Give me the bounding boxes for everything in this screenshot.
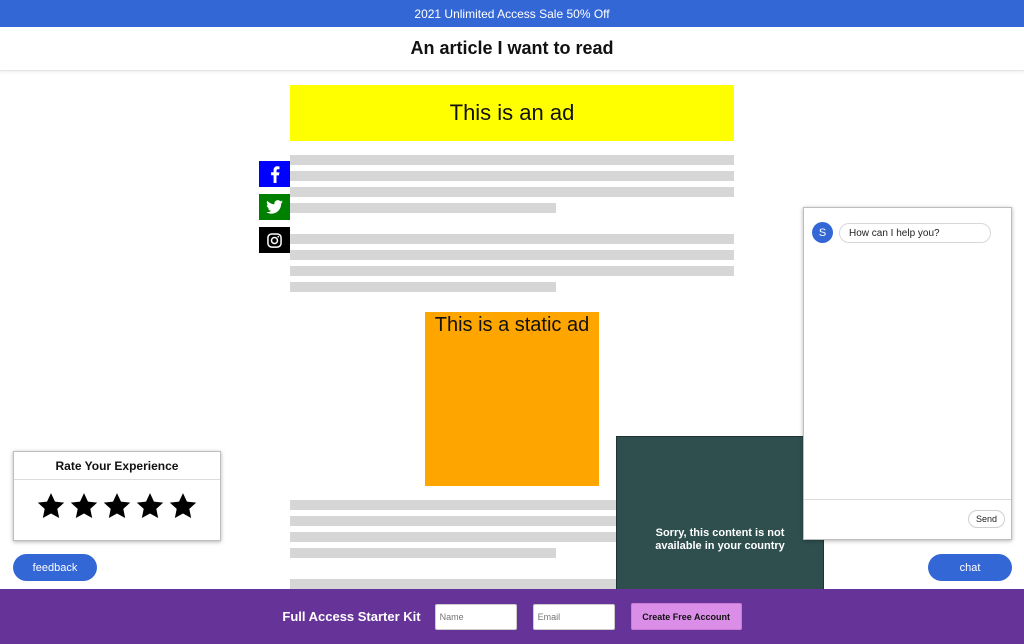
star-icon-1[interactable] <box>37 492 65 520</box>
chat-label: chat <box>959 561 981 574</box>
text-line <box>290 266 734 276</box>
twitter-icon <box>266 200 283 214</box>
star-icon-4[interactable] <box>136 492 164 520</box>
chat-send-button[interactable]: Send <box>968 510 1005 528</box>
promo-banner[interactable]: 2021 Unlimited Access Sale 50% Off <box>0 0 1024 27</box>
static-ad[interactable]: This is a static ad <box>425 312 599 486</box>
star-icon-2[interactable] <box>70 492 98 520</box>
rating-title: Rate Your Experience <box>14 452 220 480</box>
rating-title-text: Rate Your Experience <box>55 458 179 473</box>
feedback-button[interactable]: feedback <box>13 554 97 581</box>
footer-label: Full Access Starter Kit <box>282 609 421 624</box>
chat-widget: S How can I help you? Send <box>803 207 1012 540</box>
geo-block-message-line1: Sorry, this content is not <box>655 527 785 539</box>
text-line <box>290 250 734 260</box>
chat-agent-avatar: S <box>812 222 833 243</box>
static-ad-text: This is a static ad <box>434 314 590 336</box>
text-line <box>290 155 734 165</box>
facebook-share-button[interactable] <box>259 161 290 187</box>
instagram-share-button[interactable] <box>259 227 290 253</box>
avatar-letter: S <box>818 226 827 239</box>
chat-message: How can I help you? <box>839 223 991 243</box>
signup-footer: Full Access Starter Kit Create Free Acco… <box>0 589 1024 644</box>
banner-ad-text: This is an ad <box>449 100 575 125</box>
feedback-label: feedback <box>32 561 78 574</box>
page-title: An article I want to read <box>410 38 614 58</box>
text-line <box>290 282 556 292</box>
chat-divider <box>804 499 1011 500</box>
text-line <box>290 548 556 558</box>
create-account-button[interactable]: Create Free Account <box>630 603 742 630</box>
text-line <box>290 203 556 213</box>
chat-message-text: How can I help you? <box>849 227 940 239</box>
rating-stars <box>14 480 220 520</box>
page-header: An article I want to read <box>0 27 1024 71</box>
geo-block-overlay: Sorry, this content is not available in … <box>616 436 824 592</box>
star-icon-5[interactable] <box>169 492 197 520</box>
instagram-icon <box>267 232 282 248</box>
text-line <box>290 171 734 181</box>
twitter-share-button[interactable] <box>259 194 290 220</box>
banner-ad[interactable]: This is an ad <box>290 85 734 141</box>
chat-button[interactable]: chat <box>928 554 1012 581</box>
send-label: Send <box>975 514 998 524</box>
facebook-icon <box>270 165 279 183</box>
create-account-label: Create Free Account <box>642 611 730 622</box>
text-line <box>290 187 734 197</box>
text-line <box>290 234 734 244</box>
email-input[interactable] <box>532 603 615 630</box>
geo-block-message-line2: available in your country <box>655 540 785 552</box>
star-icon-3[interactable] <box>103 492 131 520</box>
rating-widget: Rate Your Experience <box>13 451 221 541</box>
name-input[interactable] <box>434 603 517 630</box>
promo-text: 2021 Unlimited Access Sale 50% Off <box>414 6 610 21</box>
